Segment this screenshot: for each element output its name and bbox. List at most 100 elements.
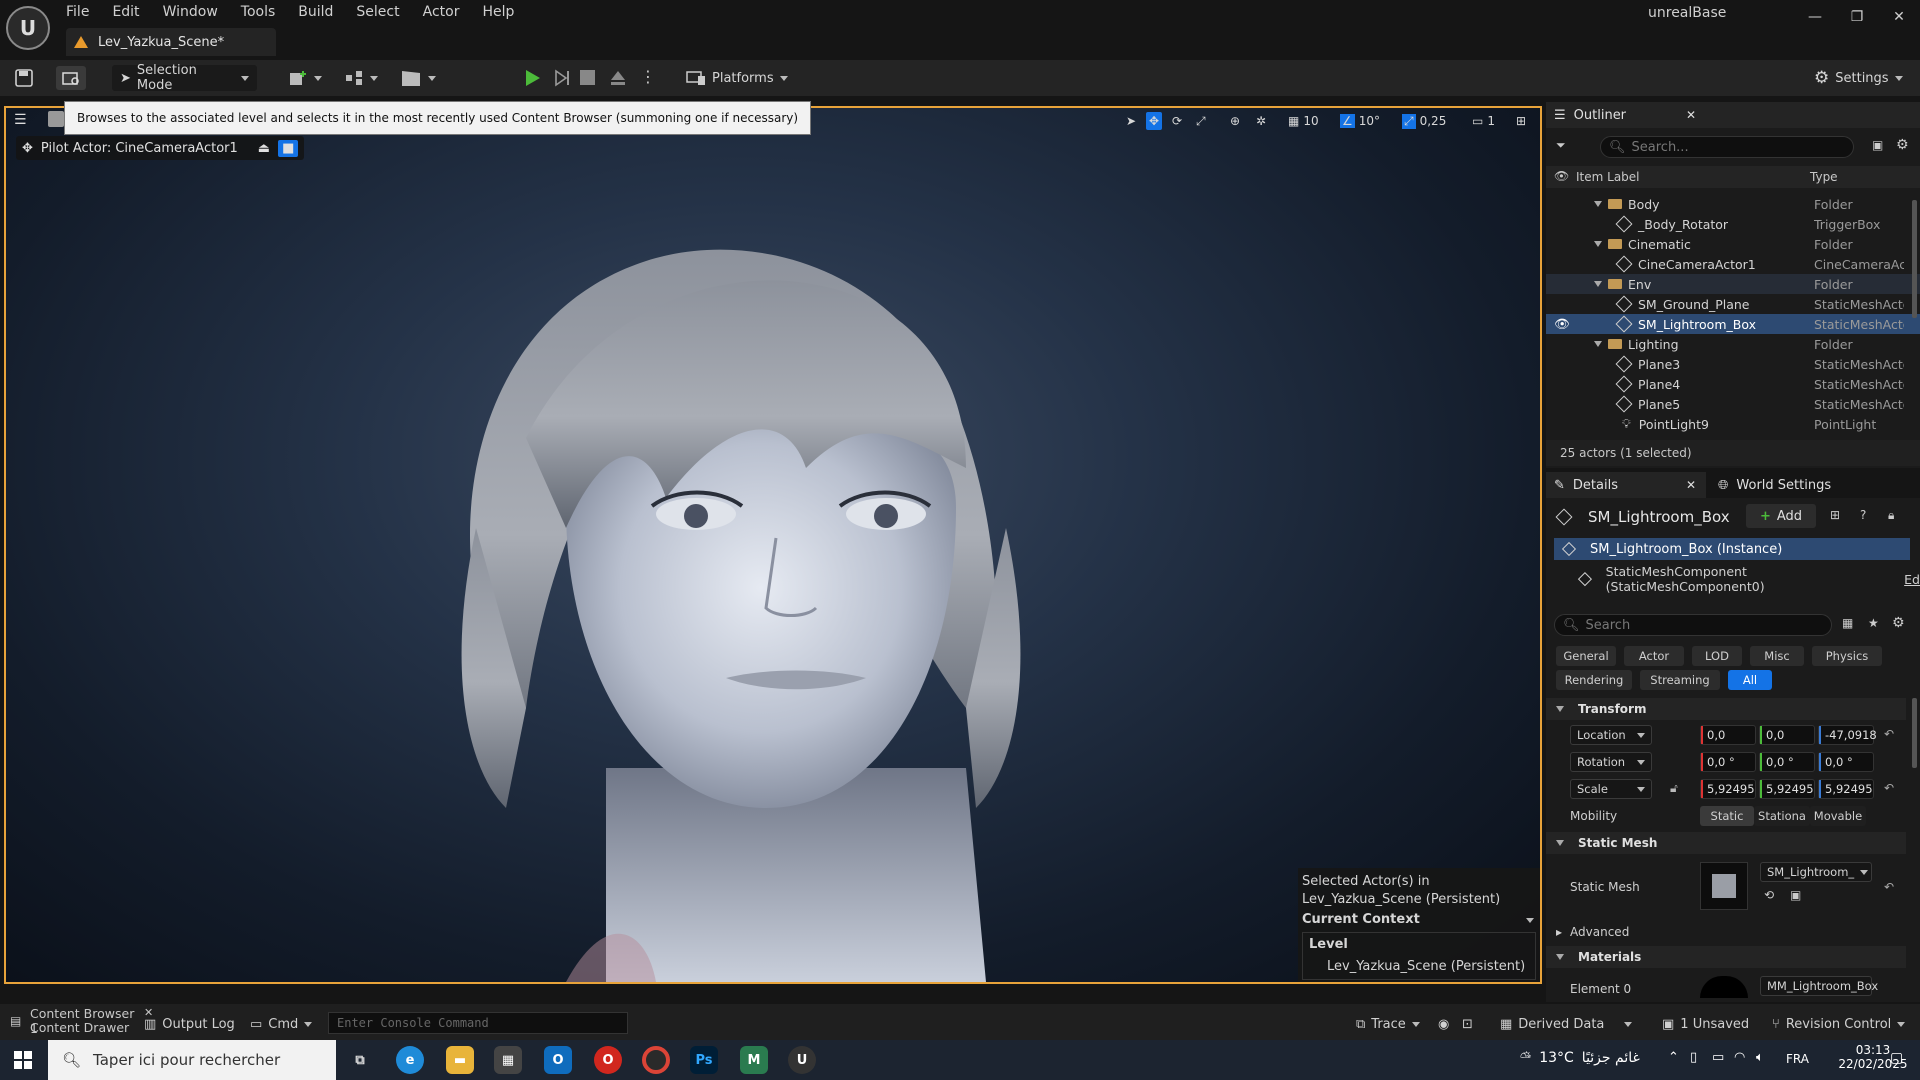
list-item[interactable]: SM_Ground_Plane StaticMeshActo: [1546, 294, 1920, 314]
weather-widget[interactable]: ⛅︎ 13°C غائم جزئيًا: [1520, 1050, 1640, 1066]
store-icon[interactable]: ▦: [494, 1046, 522, 1074]
outlook-icon[interactable]: O: [544, 1046, 572, 1074]
save-icon[interactable]: [14, 68, 34, 88]
chevron-up-icon[interactable]: ⌃: [1668, 1050, 1679, 1065]
static-mesh-section-header[interactable]: Static Mesh: [1546, 832, 1906, 854]
marmoset-icon[interactable]: M: [740, 1046, 768, 1074]
photoshop-icon[interactable]: Ps: [690, 1046, 718, 1074]
scale-dropdown[interactable]: Scale: [1570, 779, 1652, 799]
mobility-movable[interactable]: Movable: [1810, 806, 1866, 826]
outliner-scrollbar[interactable]: [1912, 200, 1917, 318]
expand-icon[interactable]: [1594, 201, 1602, 207]
blueprint-icon[interactable]: ⊞: [1830, 508, 1840, 522]
details-tab[interactable]: ✎ Details ✕: [1546, 472, 1706, 498]
trace-dropdown[interactable]: ⧉ Trace: [1356, 1014, 1420, 1034]
static-mesh-dropdown[interactable]: SM_Lightroom_: [1760, 862, 1872, 882]
table-view-icon[interactable]: ▦: [1842, 616, 1853, 630]
use-selected-icon[interactable]: ⟲: [1764, 888, 1774, 902]
eject-icon[interactable]: [608, 68, 628, 91]
notification-icon[interactable]: ▢: [1890, 1050, 1903, 1066]
menu-window[interactable]: Window: [163, 2, 229, 22]
close-window-icon[interactable]: ✕: [1888, 6, 1910, 28]
world-settings-tab[interactable]: 🌐︎ World Settings: [1710, 472, 1890, 498]
outliner-tab[interactable]: ☰ Outliner ✕: [1546, 102, 1920, 128]
location-x-input[interactable]: 0,0: [1700, 725, 1756, 745]
list-item[interactable]: _Body_Rotator TriggerBox: [1546, 214, 1920, 234]
settings-dropdown[interactable]: ⚙ Settings: [1814, 65, 1903, 91]
item-label-column[interactable]: Item Label: [1576, 170, 1640, 184]
device-icon[interactable]: ▯: [1690, 1050, 1697, 1065]
browse-level-button[interactable]: [56, 66, 86, 90]
category-rendering[interactable]: Rendering: [1556, 670, 1632, 690]
list-item[interactable]: 💡︎ PointLight9 PointLight: [1546, 414, 1920, 434]
menu-file[interactable]: File: [66, 2, 100, 22]
battery-icon[interactable]: ▭: [1712, 1050, 1724, 1065]
record-icon[interactable]: ◉: [1438, 1014, 1449, 1034]
reset-icon[interactable]: ↶: [1884, 880, 1894, 894]
volume-icon[interactable]: 🔈︎: [1756, 1050, 1764, 1065]
list-item[interactable]: Env Folder: [1546, 274, 1920, 294]
opera-icon[interactable]: O: [594, 1046, 622, 1074]
restore-icon[interactable]: ❐: [1846, 6, 1868, 28]
cmd-dropdown[interactable]: ▭ Cmd: [250, 1014, 313, 1034]
windows-start-icon[interactable]: [14, 1051, 32, 1072]
console-input[interactable]: Enter Console Command: [328, 1012, 628, 1034]
visibility-icon[interactable]: 👁︎: [1554, 169, 1569, 183]
browse-icon[interactable]: ▣: [1790, 888, 1801, 902]
filter-icon[interactable]: ⏷: [1556, 138, 1566, 153]
level-box[interactable]: Level Lev_Yazkua_Scene (Persistent): [1302, 932, 1536, 980]
cinematics-button[interactable]: [400, 65, 436, 91]
category-general[interactable]: General: [1556, 646, 1616, 666]
help-icon[interactable]: ?: [1860, 508, 1866, 522]
lock-icon[interactable]: 🔓︎: [1670, 781, 1678, 796]
file-explorer-icon[interactable]: ▬: [446, 1046, 474, 1074]
reset-icon[interactable]: ↶: [1884, 781, 1894, 795]
materials-section-header[interactable]: Materials: [1546, 946, 1906, 968]
output-log-button[interactable]: ▥ Output Log: [144, 1014, 235, 1034]
rotation-z-input[interactable]: 0,0 °: [1818, 752, 1874, 772]
list-item[interactable]: Plane3 StaticMeshActo: [1546, 354, 1920, 374]
category-all[interactable]: All: [1728, 670, 1772, 690]
taskbar-search[interactable]: 🔍︎ Taper ici pour rechercher: [48, 1040, 336, 1080]
unsaved-button[interactable]: ▣ 1 Unsaved: [1662, 1014, 1749, 1034]
minimize-icon[interactable]: —: [1804, 6, 1826, 28]
instance-row[interactable]: SM_Lightroom_Box (Instance): [1554, 538, 1910, 560]
derived-data-dropdown[interactable]: ▦ Derived Data: [1500, 1014, 1633, 1034]
details-search-input[interactable]: 🔍︎ Search: [1554, 614, 1832, 636]
scale-x-input[interactable]: 5,92495: [1700, 779, 1756, 799]
type-column[interactable]: Type: [1810, 170, 1838, 184]
reset-icon[interactable]: ↶: [1884, 727, 1894, 741]
screenshot-icon[interactable]: ⊡: [1462, 1014, 1473, 1034]
lock-icon[interactable]: 🔒︎: [1888, 508, 1894, 523]
menu-select[interactable]: Select: [356, 2, 410, 22]
edge-icon[interactable]: e: [396, 1046, 424, 1074]
expand-icon[interactable]: [1594, 341, 1602, 347]
selection-mode-dropdown[interactable]: ➤ Selection Mode: [112, 63, 257, 93]
category-misc[interactable]: Misc: [1750, 646, 1804, 666]
more-options-icon[interactable]: ⋮: [640, 68, 656, 86]
level-viewport[interactable]: ☰ ➤ ✥ ⟳ ⤢ ⊕ ✲ ▦ 10 ∠ 10° ⤢ 0,25 ▭ 1 ⊞ ✥ …: [4, 106, 1542, 984]
close-icon[interactable]: ✕: [1686, 478, 1696, 492]
scale-y-input[interactable]: 5,92495: [1759, 779, 1815, 799]
language-indicator[interactable]: FRA: [1786, 1052, 1809, 1066]
location-dropdown[interactable]: Location: [1570, 725, 1652, 745]
document-tab[interactable]: Lev_Yazkua_Scene*: [66, 28, 276, 56]
component-row[interactable]: StaticMeshComponent (StaticMeshComponent…: [1577, 564, 1920, 594]
platforms-dropdown[interactable]: Platforms: [686, 65, 788, 91]
category-physics[interactable]: Physics: [1812, 646, 1882, 666]
chevron-down-icon[interactable]: [1526, 918, 1534, 923]
menu-help[interactable]: Help: [482, 2, 525, 22]
expand-icon[interactable]: [1594, 281, 1602, 287]
scale-z-input[interactable]: 5,92495: [1818, 779, 1874, 799]
menu-actor[interactable]: Actor: [423, 2, 471, 22]
rotation-x-input[interactable]: 0,0 °: [1700, 752, 1756, 772]
rotation-dropdown[interactable]: Rotation: [1570, 752, 1652, 772]
menu-build[interactable]: Build: [298, 2, 344, 22]
visibility-icon[interactable]: 👁︎: [1554, 316, 1570, 332]
task-view-icon[interactable]: ⧉: [346, 1046, 374, 1074]
chrome-icon[interactable]: [642, 1046, 670, 1074]
add-actor-button[interactable]: [288, 65, 322, 91]
list-item[interactable]: Lighting Folder: [1546, 334, 1920, 354]
blueprints-button[interactable]: [344, 65, 378, 91]
revision-control-dropdown[interactable]: ⑂ Revision Control: [1772, 1014, 1906, 1034]
